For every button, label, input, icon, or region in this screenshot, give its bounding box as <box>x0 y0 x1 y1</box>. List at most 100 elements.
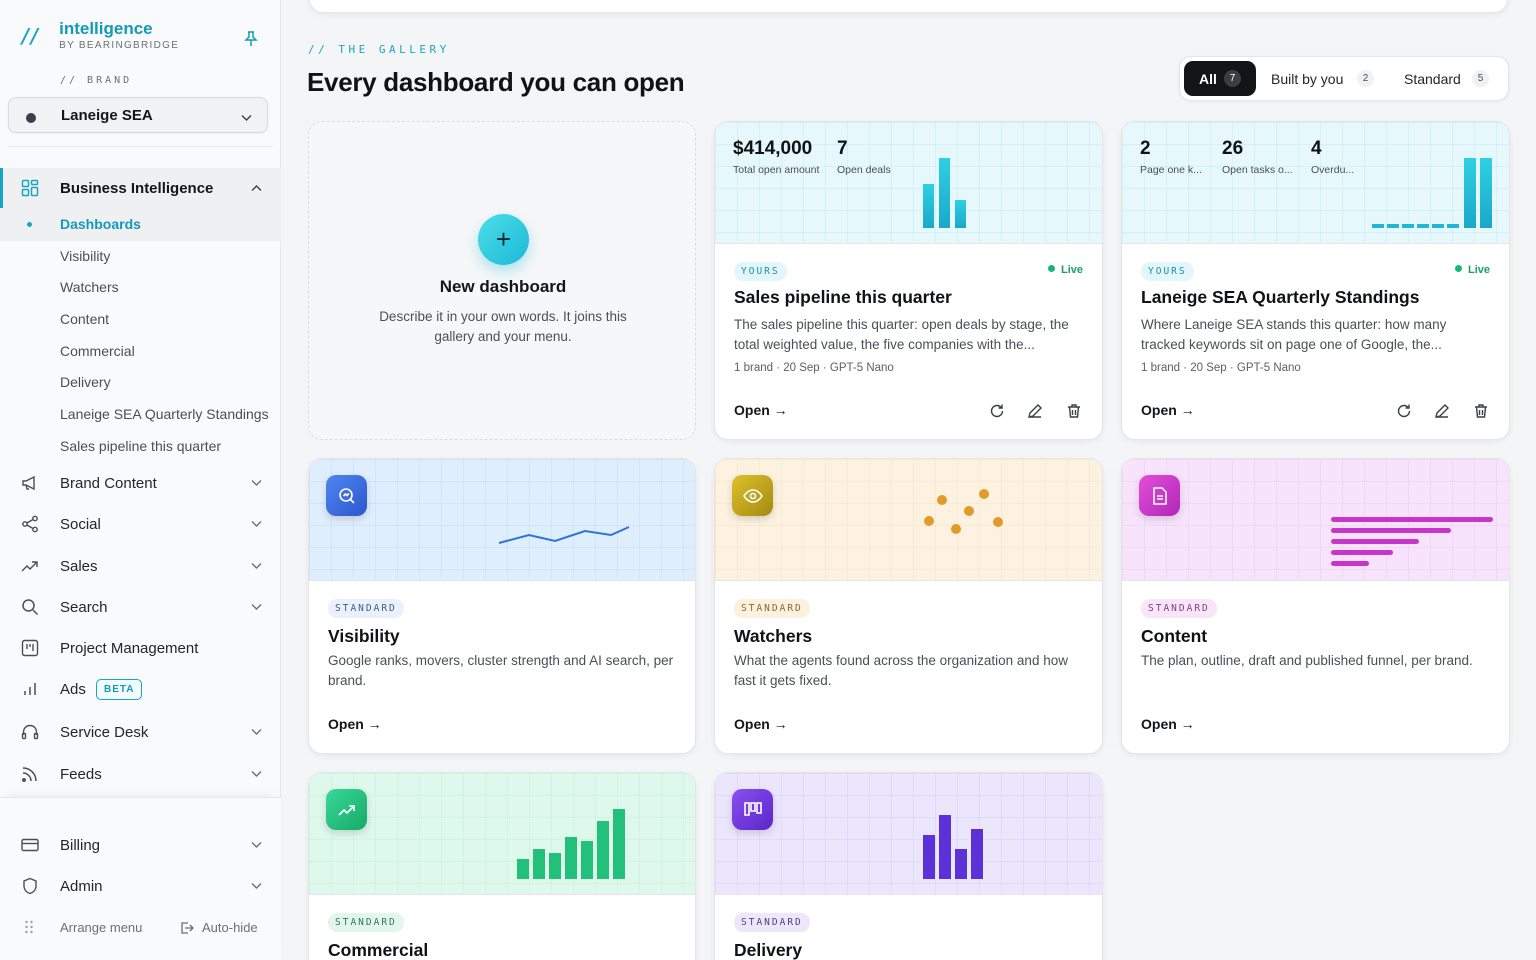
nav-subitem-delivery[interactable]: Delivery <box>60 374 270 390</box>
nav-subitem-label: Dashboards <box>60 216 141 232</box>
edit-icon[interactable] <box>1434 403 1450 419</box>
card-tag: STANDARD <box>328 599 404 618</box>
filter-label: Standard <box>1404 71 1461 87</box>
exit-icon <box>180 921 194 935</box>
stat-value: 4 <box>1311 138 1322 159</box>
chevron-down-icon[interactable] <box>251 479 262 487</box>
nav-subitem-content[interactable]: Content <box>60 311 270 327</box>
dashboard-card-quarterly-standings[interactable]: 2 Page one k... 26 Open tasks o... 4 Ove… <box>1121 121 1510 440</box>
eye-icon <box>732 475 773 516</box>
kanban-icon <box>20 638 40 658</box>
card-preview <box>309 773 695 895</box>
nav-group-search[interactable]: Search <box>0 588 281 626</box>
open-button[interactable]: Open → <box>1141 716 1195 732</box>
top-panel <box>309 0 1508 13</box>
shield-icon <box>20 876 40 896</box>
open-button[interactable]: Open → <box>734 716 788 732</box>
dashboard-card-commercial[interactable]: STANDARD Commercial <box>308 772 696 960</box>
filter-tab-all[interactable]: All 7 <box>1184 61 1256 96</box>
chevron-up-icon[interactable] <box>251 184 262 192</box>
card-meta: 1 brand · 20 Sep · GPT-5 Nano <box>734 362 894 374</box>
refresh-icon[interactable] <box>1396 403 1412 419</box>
sidebar: // intelligence BY BEARINGBRIDGE // BRAN… <box>0 0 281 960</box>
bar-chart-icon <box>20 679 40 699</box>
app-byline: BY BEARINGBRIDGE <box>59 40 180 51</box>
chevron-down-icon[interactable] <box>251 841 262 849</box>
refresh-icon[interactable] <box>989 403 1005 419</box>
dashboard-card-visibility[interactable]: STANDARD Visibility Google ranks, movers… <box>308 458 696 754</box>
edit-icon[interactable] <box>1027 403 1043 419</box>
brand-select[interactable]: Laneige SEA <box>8 97 268 133</box>
nav-group-project-management[interactable]: Project Management <box>0 629 281 667</box>
card-title: Laneige SEA Quarterly Standings <box>1141 287 1420 307</box>
app-logo[interactable]: // intelligence BY BEARINGBRIDGE <box>20 20 180 52</box>
chevron-down-icon[interactable] <box>251 770 262 778</box>
card-preview <box>715 459 1102 581</box>
trash-icon[interactable] <box>1473 403 1489 419</box>
nav-subitem-dashboards[interactable]: Dashboards <box>0 208 281 241</box>
live-status: Live <box>1048 264 1083 276</box>
card-description: The plan, outline, draft and published f… <box>1141 653 1473 668</box>
filter-tab-standard[interactable]: Standard 5 <box>1398 61 1498 96</box>
nav-label: Billing <box>60 836 101 854</box>
chevron-down-icon <box>241 115 252 121</box>
bar-chart-preview-icon <box>923 158 966 228</box>
nav-subitem-quarterly-standings[interactable]: Laneige SEA Quarterly Standings <box>60 406 270 422</box>
card-title: Commercial <box>328 940 429 960</box>
nav-subitem-commercial[interactable]: Commercial <box>60 343 270 359</box>
card-title: Delivery <box>734 940 803 960</box>
nav-label: Admin <box>60 877 103 895</box>
arrange-menu-button[interactable]: Arrange menu <box>60 920 142 935</box>
dashboard-card-content[interactable]: STANDARD Content The plan, outline, draf… <box>1121 458 1510 754</box>
pin-icon[interactable] <box>244 31 258 47</box>
nav-group-admin[interactable]: Admin <box>0 867 281 905</box>
card-preview: 2 Page one k... 26 Open tasks o... 4 Ove… <box>1122 122 1509 244</box>
nav-subitem-visibility[interactable]: Visibility <box>60 248 270 264</box>
open-button[interactable]: Open → <box>1141 402 1195 418</box>
open-button[interactable]: Open → <box>734 402 788 418</box>
chevron-down-icon[interactable] <box>251 562 262 570</box>
nav-group-billing[interactable]: Billing <box>0 826 281 864</box>
active-dot-icon <box>27 222 32 227</box>
divider <box>8 146 273 147</box>
nav-subitem-watchers[interactable]: Watchers <box>60 279 270 295</box>
stat-value: 7 <box>837 138 848 159</box>
chevron-down-icon[interactable] <box>251 603 262 611</box>
card-title: Watchers <box>734 626 813 646</box>
dashboard-card-delivery[interactable]: STANDARD Delivery <box>714 772 1103 960</box>
auto-hide-button[interactable]: Auto-hide <box>202 920 258 935</box>
nav-group-feeds[interactable]: Feeds <box>0 755 281 793</box>
nav-group-business-intelligence-row[interactable]: Business Intelligence <box>0 169 281 207</box>
nav-group-service-desk[interactable]: Service Desk <box>0 713 281 751</box>
section-eyebrow: // THE GALLERY <box>308 43 450 56</box>
brand-dot-icon <box>26 113 36 123</box>
nav-group-social[interactable]: Social <box>0 505 281 543</box>
card-description: Where Laneige SEA stands this quarter: h… <box>1141 317 1447 352</box>
new-dashboard-card[interactable]: + New dashboard Describe it in your own … <box>308 121 696 440</box>
dashboard-card-sales-pipeline[interactable]: $414,000 Total open amount 7 Open deals … <box>714 121 1103 440</box>
chevron-down-icon[interactable] <box>251 728 262 736</box>
stat-value: $414,000 <box>733 138 813 159</box>
nav-label: Sales <box>60 557 98 575</box>
nav-group-brand-content[interactable]: Brand Content <box>0 464 281 502</box>
beta-badge: BETA <box>96 679 143 700</box>
card-preview <box>309 459 695 581</box>
bar-chart-preview-icon <box>923 815 983 879</box>
logo-mark: // <box>20 24 41 48</box>
live-status: Live <box>1455 264 1490 276</box>
trash-icon[interactable] <box>1066 403 1082 419</box>
card-title: Content <box>1141 626 1208 646</box>
dashboard-card-watchers[interactable]: STANDARD Watchers What the agents found … <box>714 458 1103 754</box>
chevron-down-icon[interactable] <box>251 520 262 528</box>
plus-icon[interactable]: + <box>478 214 529 265</box>
open-button[interactable]: Open → <box>328 716 382 732</box>
page-title: Every dashboard you can open <box>307 67 685 97</box>
stat-value: 26 <box>1222 138 1244 159</box>
chevron-down-icon[interactable] <box>251 882 262 890</box>
nav-group-sales[interactable]: Sales <box>0 547 281 585</box>
nav-label: Project Management <box>60 639 199 657</box>
kanban-icon <box>732 789 773 830</box>
nav-subitem-sales-pipeline[interactable]: Sales pipeline this quarter <box>60 438 270 454</box>
filter-tab-built-by-you[interactable]: Built by you 2 <box>1266 61 1378 96</box>
stat-label: Page one k... <box>1140 164 1202 176</box>
